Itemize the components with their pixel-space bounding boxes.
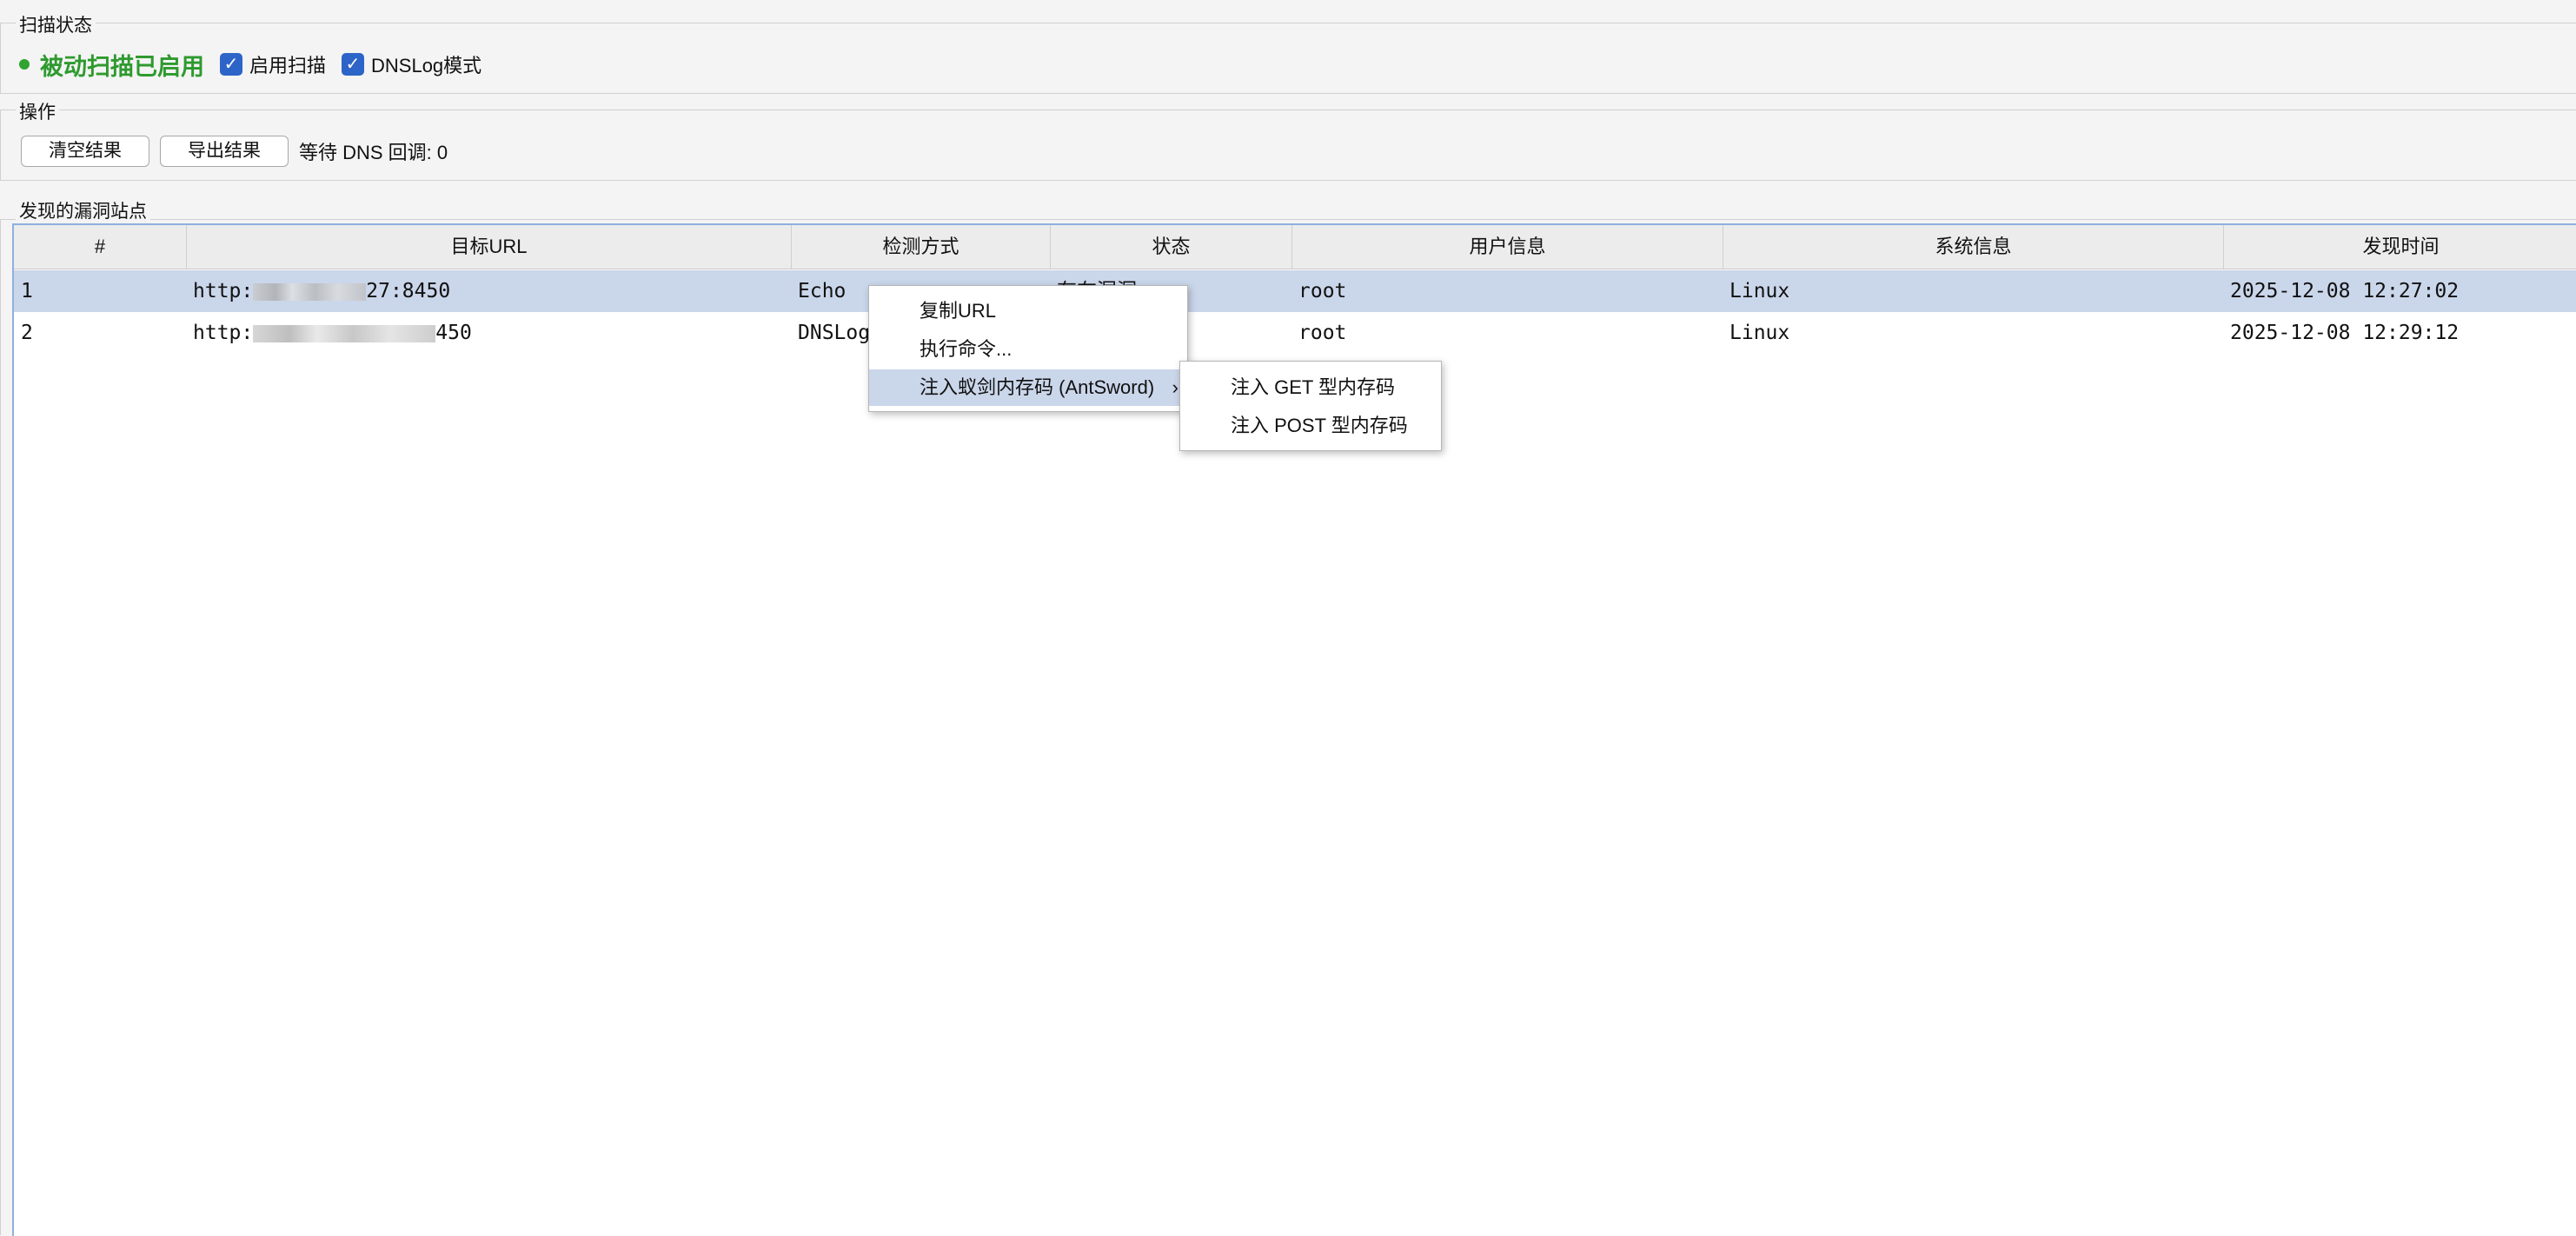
- cell-system: Linux: [1730, 322, 1790, 344]
- column-header-num[interactable]: #: [14, 225, 187, 269]
- column-header-time[interactable]: 发现时间: [2224, 225, 2576, 269]
- cell-num: 1: [21, 280, 33, 302]
- dnslog-label[interactable]: DNSLog模式: [371, 50, 481, 78]
- cell-user: root: [1298, 280, 1347, 302]
- table-row[interactable]: 1 http:27:8450 Echo 存在漏洞 root Linux 2025…: [14, 270, 2576, 312]
- column-header-url[interactable]: 目标URL: [187, 225, 792, 269]
- clear-results-button[interactable]: 清空结果: [21, 136, 149, 167]
- cell-url: http: 450: [193, 312, 472, 354]
- dnslog-checkbox[interactable]: ✓: [342, 53, 365, 76]
- menu-item-execute-command[interactable]: 执行命令...: [869, 331, 1187, 368]
- cell-user: root: [1298, 322, 1347, 344]
- operations-title: 操作: [16, 98, 59, 124]
- cell-time: 2025-12-08 12:27:02: [2230, 280, 2460, 302]
- scan-status-title: 扫描状态: [16, 11, 96, 37]
- submenu-item-inject-get[interactable]: 注入 GET 型内存码: [1180, 369, 1441, 406]
- submenu-item-inject-post[interactable]: 注入 POST 型内存码: [1180, 408, 1441, 444]
- context-menu: 复制URL 执行命令... 注入蚁剑内存码 (AntSword) ›: [868, 285, 1188, 412]
- status-dot-icon: [19, 59, 30, 70]
- menu-item-inject-antsword[interactable]: 注入蚁剑内存码 (AntSword) ›: [869, 369, 1187, 406]
- column-header-method[interactable]: 检测方式: [792, 225, 1051, 269]
- cell-num: 2: [21, 322, 33, 344]
- url-prefix: http:: [193, 280, 254, 302]
- cell-method: Echo: [798, 280, 846, 302]
- url-prefix: http:: [193, 322, 254, 344]
- table-header: # 目标URL 检测方式 状态 用户信息 系统信息 发现时间: [14, 225, 2576, 269]
- context-submenu: 注入 GET 型内存码 注入 POST 型内存码: [1179, 361, 1442, 451]
- cell-time: 2025-12-08 12:29:12: [2230, 322, 2460, 344]
- scan-status-row: 被动扫描已启用 ✓ 启用扫描 ✓ DNSLog模式: [19, 49, 497, 80]
- column-header-user[interactable]: 用户信息: [1292, 225, 1723, 269]
- url-suffix: 450: [435, 322, 472, 344]
- checkmark-icon: ✓: [223, 55, 239, 74]
- column-header-status[interactable]: 状态: [1051, 225, 1292, 269]
- menu-item-inject-label: 注入蚁剑内存码 (AntSword): [920, 376, 1155, 398]
- redacted-block: [253, 324, 436, 342]
- cell-system: Linux: [1730, 280, 1790, 302]
- results-title: 发现的漏洞站点: [16, 197, 150, 223]
- url-suffix: 27:8450: [366, 280, 451, 302]
- operations-row: 清空结果 导出结果 等待 DNS 回调: 0: [21, 136, 448, 167]
- status-text: 被动扫描已启用: [40, 53, 204, 80]
- chevron-right-icon: ›: [1172, 376, 1178, 398]
- dns-waiting-text: 等待 DNS 回调: 0: [299, 142, 448, 163]
- cell-method: DNSLog: [798, 322, 871, 344]
- table-row[interactable]: 2 http: 450 DNSLog root Linux 2025-12-08 …: [14, 312, 2576, 354]
- export-results-button[interactable]: 导出结果: [160, 136, 289, 167]
- checkmark-icon: ✓: [345, 55, 361, 74]
- redacted-block: [253, 282, 367, 301]
- enable-scan-label[interactable]: 启用扫描: [249, 50, 326, 78]
- column-header-system[interactable]: 系统信息: [1723, 225, 2224, 269]
- enable-scan-checkbox[interactable]: ✓: [220, 53, 242, 76]
- cell-url: http: 27:8450: [193, 270, 450, 312]
- menu-item-copy-url[interactable]: 复制URL: [869, 293, 1187, 329]
